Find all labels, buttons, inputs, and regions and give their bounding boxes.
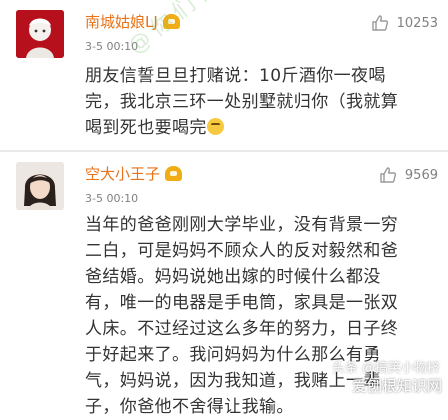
like-count: 9569 bbox=[404, 167, 438, 183]
like-button[interactable]: 9569 bbox=[379, 164, 438, 186]
vip-crown-icon bbox=[165, 166, 183, 181]
comment-time: 3-5 00:10 bbox=[85, 192, 139, 205]
site-watermark: 爱刨根知识网 bbox=[351, 377, 442, 395]
like-button[interactable]: 10253 bbox=[371, 12, 438, 34]
thumbs-up-icon bbox=[371, 15, 388, 31]
comment-item: 南城姑娘LJ 3-5 00:10 10253 朋友信誓旦旦打赌说：10斤酒你一夜… bbox=[0, 0, 448, 150]
smile-emoji-icon bbox=[206, 118, 224, 135]
username[interactable]: 空大小王子 bbox=[85, 163, 183, 184]
like-count: 10253 bbox=[396, 15, 438, 31]
avatar[interactable] bbox=[16, 10, 64, 58]
source-watermark: 头条 @搞笑小物挤 bbox=[331, 361, 440, 376]
comment-body: 朋友信誓旦旦打赌说：10斤酒你一夜喝 完，我北京三环一处别墅就归你（我就算 喝到… bbox=[85, 66, 399, 138]
thumbs-up-icon bbox=[380, 167, 396, 183]
avatar[interactable] bbox=[16, 162, 64, 210]
